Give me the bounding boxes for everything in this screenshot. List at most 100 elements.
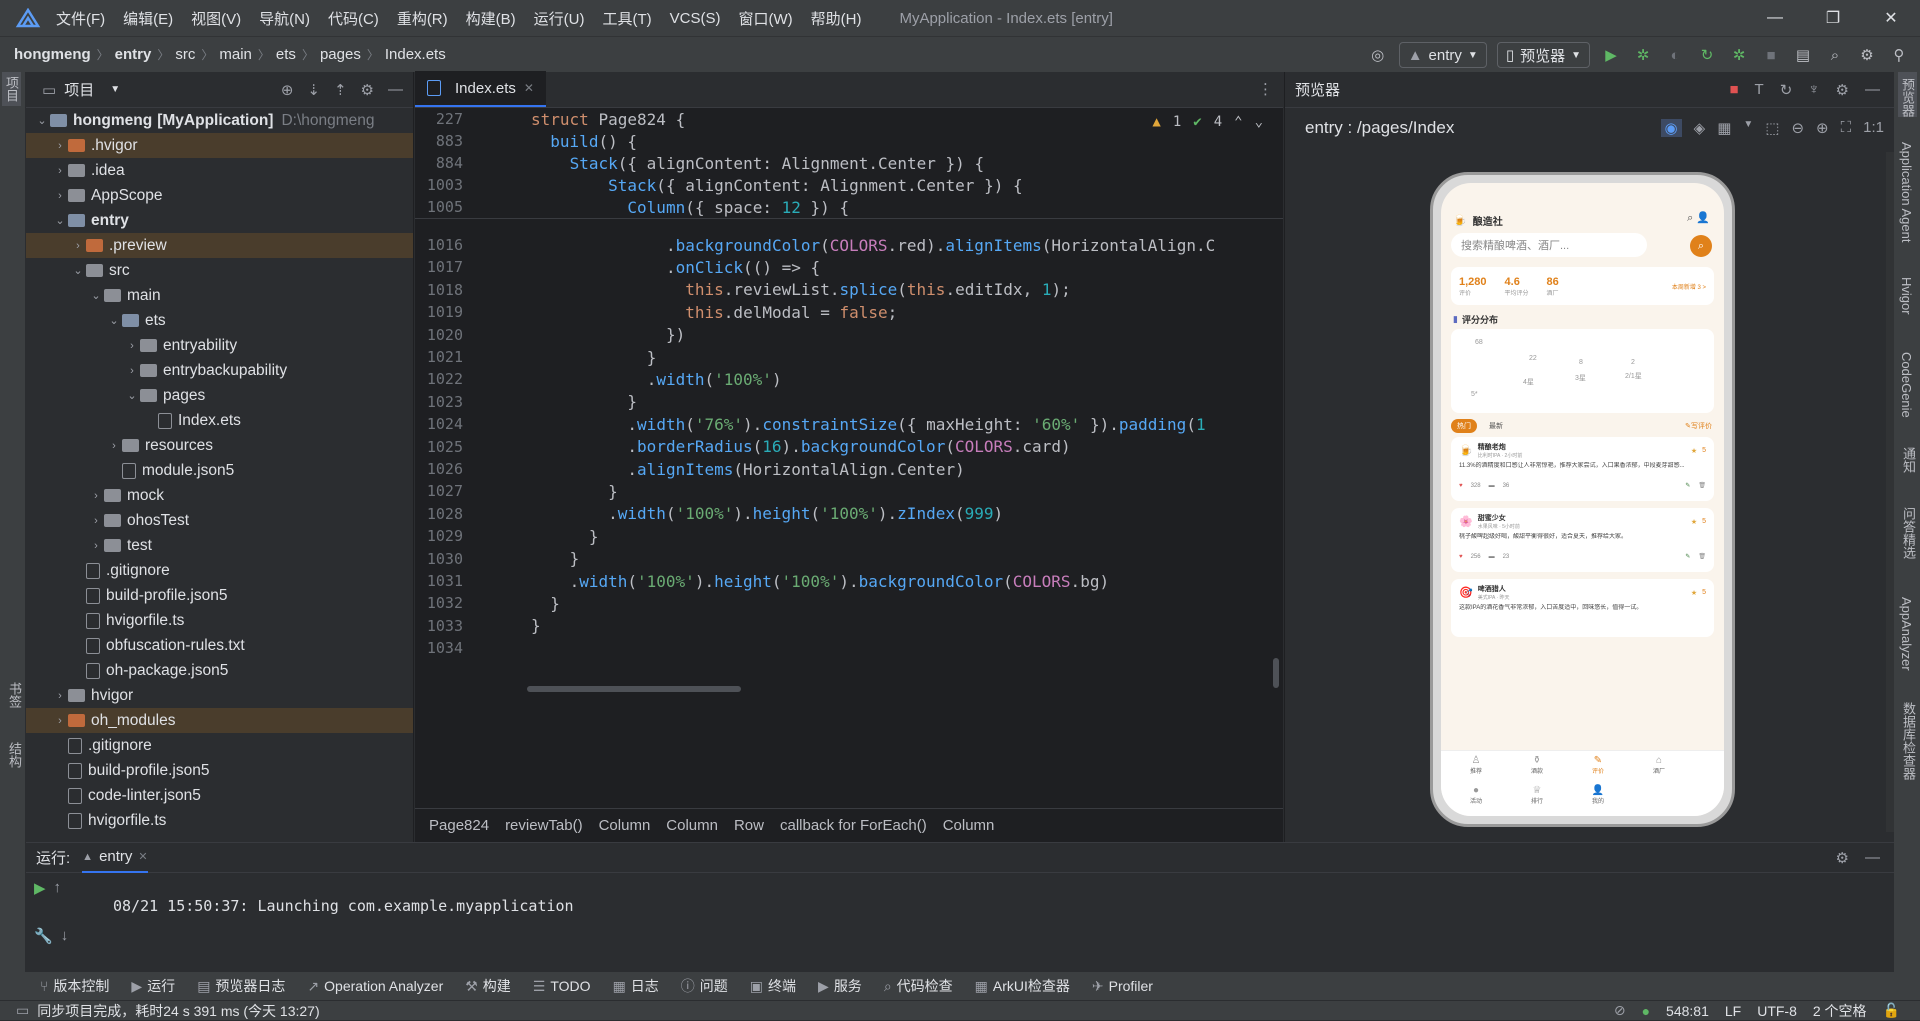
nav-item[interactable]: ⌂ 酒厂	[1644, 755, 1674, 775]
nav-item[interactable]: ● 活动	[1461, 785, 1491, 805]
stats-link[interactable]: 本周新增 3 >	[1672, 282, 1706, 291]
menu-item[interactable]: 视图(V)	[191, 8, 241, 29]
tool-window-button[interactable]: ☰ TODO	[533, 978, 591, 995]
layers-icon[interactable]: ◈	[1694, 119, 1706, 137]
tool-window-button[interactable]: ⚒ 构建	[465, 976, 511, 996]
editor-breadcrumb-item[interactable]: Page824	[429, 817, 489, 834]
menu-item[interactable]: 窗口(W)	[738, 8, 792, 29]
fullscreen-icon[interactable]: ⛶	[1841, 119, 1852, 137]
previewer-stripe-button[interactable]: 预览器	[1898, 72, 1917, 117]
tree-node[interactable]: ⌄ hongmeng [MyApplication] D:\hongmeng	[26, 108, 413, 133]
tree-node[interactable]: module.json5	[26, 458, 413, 483]
sticky-code-line[interactable]: 883 build() {	[415, 130, 1283, 152]
tree-node[interactable]: › test	[26, 533, 413, 558]
code-line[interactable]: 1019 this.delModal = false;	[415, 301, 1283, 323]
power-save-icon[interactable]: ⊘	[1614, 1002, 1626, 1019]
tree-node[interactable]: ⌄ entry	[26, 208, 413, 233]
tree-node[interactable]: › entrybackupability	[26, 358, 413, 383]
code-line[interactable]: 1031 .width('100%').height('100%').backg…	[415, 570, 1283, 592]
comment-icon[interactable]: ▬	[1489, 554, 1495, 560]
tool-window-button[interactable]: ▤ 预览器日志	[197, 976, 285, 996]
tree-node[interactable]: › AppScope	[26, 183, 413, 208]
preview-scrollbar[interactable]	[1886, 152, 1894, 832]
project-panel-title[interactable]: 项目	[64, 79, 94, 100]
code-area[interactable]: 227 struct Page824 {883 build() {884 Stac…	[415, 108, 1283, 808]
review-card[interactable]: 🍺 精酿老炮 比利时IPA · 2小时前 ★ 5 11.3%的酒精度和口感让人非常惊艳，推…	[1451, 437, 1714, 501]
search-icon[interactable]: ⌕	[1687, 212, 1693, 224]
run-tab-entry[interactable]: ▲ entry ✕	[82, 843, 148, 873]
expand-all-icon[interactable]: ⇣	[307, 81, 320, 99]
code-line[interactable]: 1020 })	[415, 324, 1283, 346]
chevron-up-icon[interactable]: ⌃	[1234, 114, 1242, 130]
settings-icon[interactable]: ⚙	[1856, 44, 1878, 66]
grid-icon[interactable]: ▦	[1717, 119, 1731, 137]
menu-item[interactable]: 代码(C)	[328, 8, 379, 29]
tree-node[interactable]: › entryability	[26, 333, 413, 358]
comment-icon[interactable]: ▬	[1489, 483, 1495, 489]
review-card[interactable]: 🌸 甜蜜少女 水果风味 · 5小时前 ★ 5 桃子酸啤超级好喝，酸甜平衡得很好，适合夏天，…	[1451, 508, 1714, 572]
tree-node[interactable]: obfuscation-rules.txt	[26, 633, 413, 658]
tree-node[interactable]: › .preview	[26, 233, 413, 258]
menu-item[interactable]: 构建(B)	[466, 8, 516, 29]
account-icon[interactable]: ⚲	[1888, 44, 1910, 66]
chevron-down-icon[interactable]: ⌄	[1255, 114, 1263, 130]
nav-item[interactable]: ♕ 排行	[1522, 785, 1552, 805]
restore-icon[interactable]: ❐	[1804, 0, 1862, 36]
text-icon[interactable]: T	[1755, 81, 1764, 99]
settings-icon[interactable]: ⚙	[1836, 81, 1849, 99]
hide-icon[interactable]: —	[388, 81, 403, 99]
zoom-out-icon[interactable]: ⊖	[1791, 119, 1804, 137]
editor-breadcrumb-item[interactable]: Row	[734, 817, 764, 834]
code-line[interactable]: 1027 }	[415, 480, 1283, 502]
app-tab[interactable]: 热门	[1451, 419, 1477, 433]
appanalyzer-stripe-button[interactable]: AppAnalyzer	[1899, 597, 1914, 671]
menu-item[interactable]: 编辑(E)	[123, 8, 173, 29]
hide-icon[interactable]: —	[1865, 81, 1880, 99]
tree-node[interactable]: ⌄ src	[26, 258, 413, 283]
tree-node[interactable]: › .idea	[26, 158, 413, 183]
menu-item[interactable]: 重构(R)	[397, 8, 448, 29]
locate-icon[interactable]: ⊕	[281, 81, 294, 99]
chevron-right-icon[interactable]: ›	[52, 165, 68, 177]
tree-node[interactable]: oh-package.json5	[26, 658, 413, 683]
lock-icon[interactable]: 🔓	[1883, 1002, 1900, 1019]
tool-window-button[interactable]: ▣ 终端	[750, 976, 796, 996]
ratio-icon[interactable]: 1:1	[1863, 119, 1884, 137]
qa-stripe-button[interactable]: 问答精选	[1899, 507, 1918, 559]
fit-icon[interactable]: ⬚	[1765, 119, 1779, 137]
tool-window-button[interactable]: ▦ 日志	[613, 976, 659, 996]
chevron-down-icon[interactable]: ⌄	[88, 289, 104, 302]
edit-icon[interactable]: ✎	[1685, 553, 1690, 560]
horizontal-scrollbar[interactable]	[527, 686, 741, 692]
tool-window-button[interactable]: ⌕ 代码检查	[884, 976, 953, 996]
vertical-scrollbar[interactable]	[1273, 658, 1279, 688]
debug-icon[interactable]: ✲	[1632, 44, 1654, 66]
tool-window-button[interactable]: ⑂ 版本控制	[40, 976, 109, 996]
refresh-icon[interactable]: ↻	[1780, 81, 1793, 99]
tree-node[interactable]: hvigorfile.ts	[26, 608, 413, 633]
notifications-stripe-button[interactable]: 通知	[1899, 447, 1918, 473]
code-line[interactable]: 1018 this.reviewList.splice(this.editIdx…	[415, 279, 1283, 301]
close-icon[interactable]: ✕	[1862, 0, 1920, 36]
nav-item[interactable]: 👤 我的	[1583, 785, 1613, 805]
structure-stripe-button[interactable]: 结构	[5, 742, 24, 768]
code-line[interactable]: 1024 .width('76%').constraintSize({ maxH…	[415, 413, 1283, 435]
device-select[interactable]: ▯ 预览器 ▼	[1496, 42, 1590, 68]
down-icon[interactable]: ↓	[61, 927, 69, 967]
chevron-right-icon[interactable]: ›	[52, 140, 68, 152]
tree-node[interactable]: › oh_modules	[26, 708, 413, 733]
sticky-code-line[interactable]: 1005 Column({ space: 12 }) {	[415, 196, 1283, 218]
tool-window-button[interactable]: ⓘ 问题	[681, 976, 728, 996]
code-line[interactable]: 1028 .width('100%').height('100%').zInde…	[415, 503, 1283, 525]
db-inspector-stripe-button[interactable]: 数据库检查器	[1899, 702, 1918, 780]
tool-window-button[interactable]: ▦ ArkUI检查器	[975, 976, 1070, 996]
edit-icon[interactable]: ✎	[1685, 482, 1690, 489]
tree-node[interactable]: hvigorfile.ts	[26, 808, 413, 833]
menu-item[interactable]: 导航(N)	[259, 8, 310, 29]
tree-node[interactable]: build-profile.json5	[26, 583, 413, 608]
menu-item[interactable]: 运行(U)	[534, 8, 585, 29]
chevron-down-icon[interactable]: ⌄	[106, 314, 122, 327]
code-line[interactable]: 1033}	[415, 615, 1283, 637]
breadcrumb-item[interactable]: entry	[115, 46, 152, 63]
tree-node[interactable]: › .hvigor	[26, 133, 413, 158]
